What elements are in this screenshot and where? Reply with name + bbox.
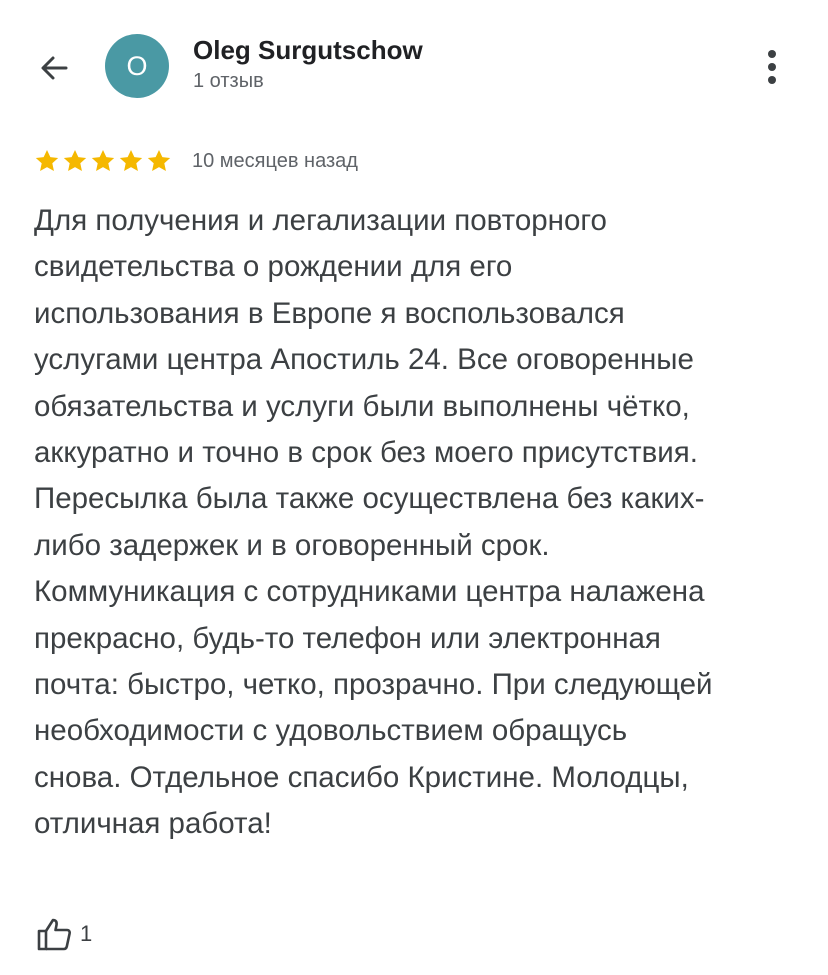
star-rating	[34, 148, 172, 174]
thumb-up-icon	[37, 918, 71, 951]
review-text-line: отличная работа!	[34, 807, 272, 841]
review-text-line: аккуратно и точно в срок без моего прису…	[34, 436, 698, 470]
back-button[interactable]	[30, 46, 78, 90]
star-icon	[147, 149, 171, 171]
star-icon	[119, 149, 143, 171]
more-options-button[interactable]	[752, 44, 792, 90]
review-text-line: свидетельства о рождении для его	[34, 250, 513, 284]
review-text-line: прекрасно, будь-то телефон или электронн…	[34, 621, 661, 655]
arrow-back-icon	[41, 56, 68, 80]
review-text-line: Для получения и легализации повторного	[34, 204, 607, 237]
review-text-line: Пересылка была также осуществлена без ка…	[34, 482, 705, 516]
like-button[interactable]	[34, 914, 74, 954]
star-icon	[91, 149, 115, 171]
review-header: O Oleg Surgutschow 1 отзыв	[0, 0, 828, 130]
review-text-line: либо задержек и в оговоренный срок.	[34, 528, 550, 562]
review-text: Для получения и легализации повторного св…	[34, 198, 814, 848]
like-row: 1	[34, 914, 92, 954]
review-date: 10 месяцев назад	[192, 149, 358, 172]
review-text-line: снова. Отдельное спасибо Кристине. Молод…	[34, 760, 689, 794]
review-text-line: почта: быстро, четко, прозрачно. При сле…	[34, 668, 713, 702]
review-text-line: Коммуникация с сотрудниками центра налаж…	[34, 575, 705, 609]
star-icon	[35, 149, 59, 171]
review-text-line: использования в Европе я воспользовался	[34, 296, 625, 330]
like-count: 1	[80, 921, 93, 946]
review-text-line: необходимости с удовольствием обращусь	[34, 714, 628, 748]
user-name[interactable]: Oleg Surgutschow	[193, 35, 423, 66]
avatar[interactable]: O	[105, 34, 169, 98]
star-icon	[63, 149, 87, 171]
rating-row: 10 месяцев назад	[34, 146, 358, 176]
more-vert-icon	[768, 50, 776, 84]
review-count: 1 отзыв	[193, 70, 264, 92]
review-text-line: услугами центра Апостиль 24. Все оговоре…	[34, 343, 694, 377]
avatar-letter: O	[126, 50, 148, 81]
review-text-line: обязательства и услуги были выполнены чё…	[34, 389, 690, 423]
